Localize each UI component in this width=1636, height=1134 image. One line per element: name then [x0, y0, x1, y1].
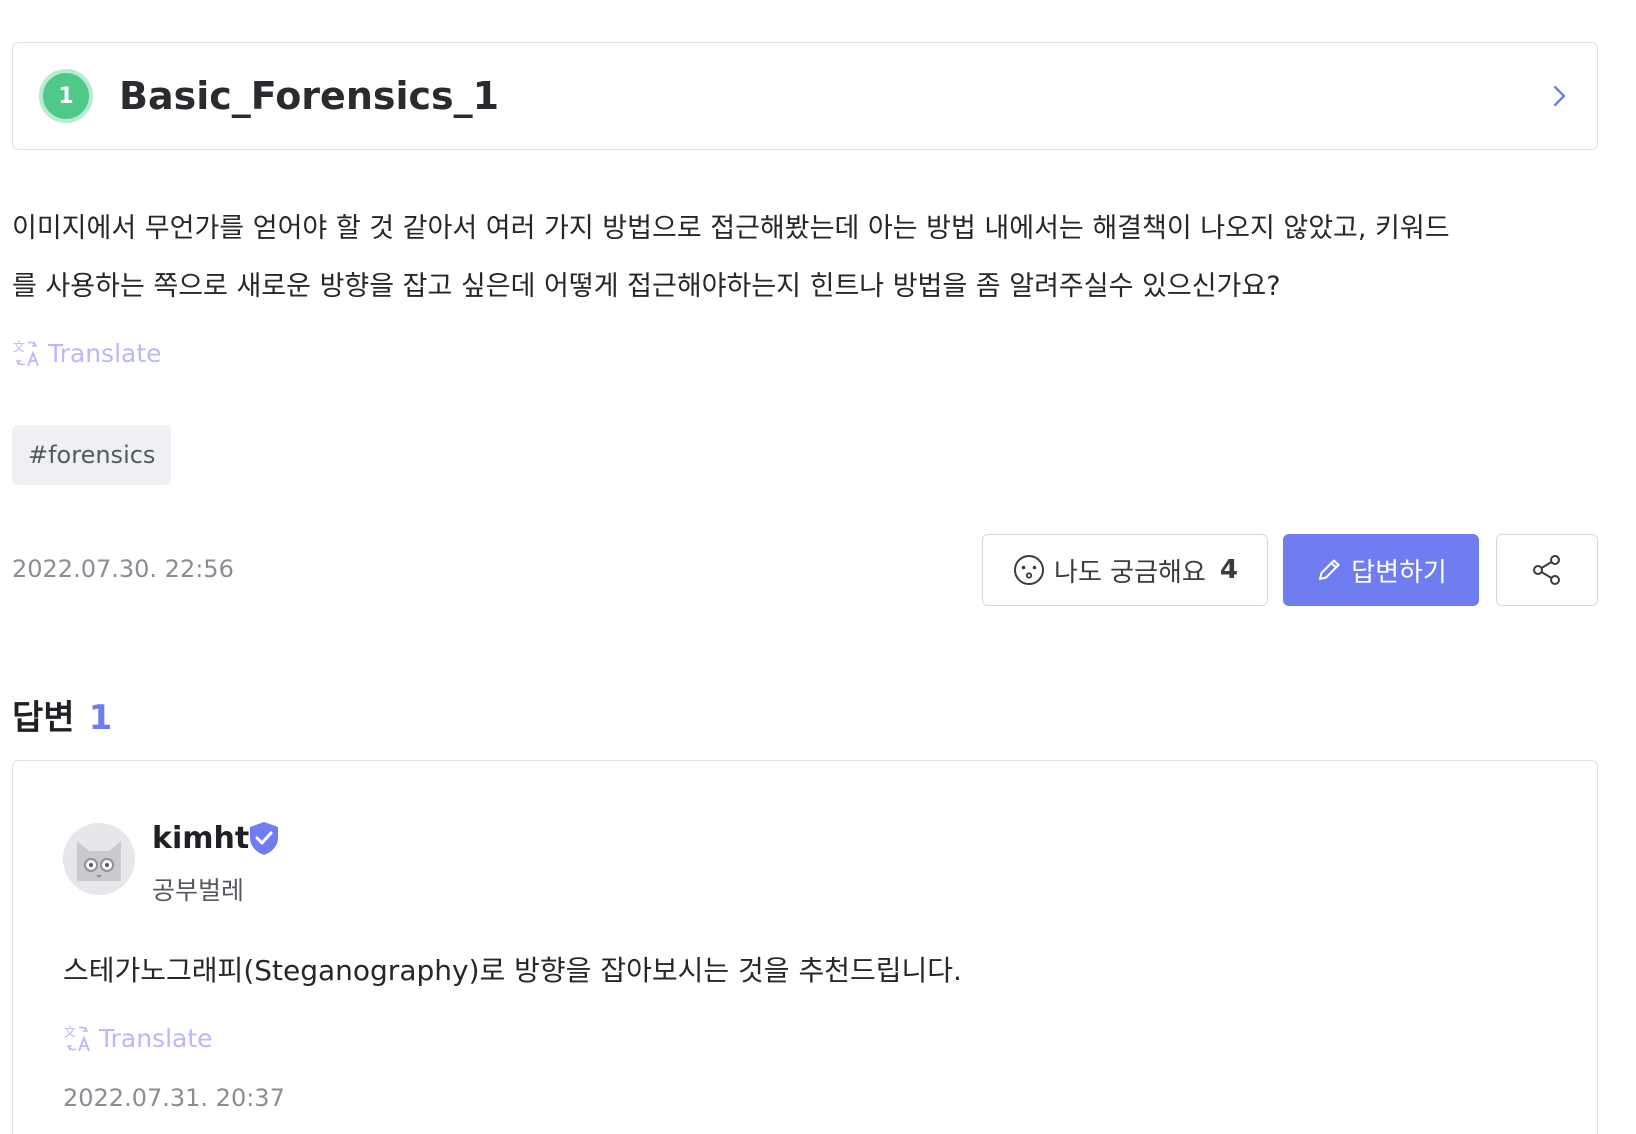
author-name[interactable]: kimht: [152, 821, 249, 856]
svg-text:文: 文: [64, 1024, 76, 1039]
translate-icon: 文: [13, 339, 39, 367]
answer-body: 스테가노그래피(Steganography)로 방향을 잡아보시는 것을 추천드…: [63, 954, 962, 987]
translate-question-link[interactable]: 文 Translate: [12, 338, 162, 368]
curious-label: 나도 궁금해요: [1054, 557, 1206, 588]
translate-label: Translate: [99, 1023, 213, 1053]
question-body: 이미지에서 무언가를 얻어야 할 것 같아서 여러 가지 방법으로 접근해봤는데…: [12, 200, 1612, 316]
translate-answer-link[interactable]: 文 Translate: [63, 1023, 213, 1053]
pencil-icon: [1319, 559, 1340, 580]
curious-face-icon: [1014, 555, 1045, 585]
question-timestamp: 2022.07.30. 22:56: [12, 555, 234, 583]
avatar[interactable]: [63, 823, 135, 895]
answer-timestamp: 2022.07.31. 20:37: [63, 1084, 285, 1112]
answer-card: kimht 공부벌레 스테가노그래피(Steganography)로 방향을 잡…: [12, 760, 1598, 1134]
write-answer-label: 답변하기: [1351, 557, 1447, 588]
curious-button[interactable]: 나도 궁금해요 4: [982, 534, 1268, 606]
svg-text:文: 文: [13, 339, 25, 354]
answers-heading-label: 답변: [12, 698, 75, 738]
question-line-2: 를 사용하는 쪽으로 새로운 방향을 잡고 싶은데 어떻게 접근해야하는지 힌트…: [12, 271, 1281, 302]
translate-icon: 文: [64, 1024, 90, 1052]
write-answer-button[interactable]: 답변하기: [1283, 534, 1479, 606]
chevron-right-icon: [1553, 85, 1566, 107]
cat-avatar-icon: [63, 823, 135, 895]
answers-heading: 답변 1: [12, 690, 112, 739]
share-icon: [1533, 555, 1560, 585]
share-button[interactable]: [1496, 534, 1598, 606]
level-badge: 1: [39, 69, 93, 123]
translate-label: Translate: [48, 338, 162, 368]
problem-link-card[interactable]: 1 Basic_Forensics_1: [12, 42, 1598, 150]
answers-count: 1: [88, 698, 113, 738]
tag-forensics[interactable]: #forensics: [12, 425, 172, 485]
verified-badge-icon: [250, 822, 278, 855]
author-role: 공부벌레: [152, 876, 245, 905]
curious-count: 4: [1219, 555, 1238, 585]
problem-title: Basic_Forensics_1: [119, 74, 500, 118]
question-line-1: 이미지에서 무언가를 얻어야 할 것 같아서 여러 가지 방법으로 접근해봤는데…: [12, 213, 1450, 244]
